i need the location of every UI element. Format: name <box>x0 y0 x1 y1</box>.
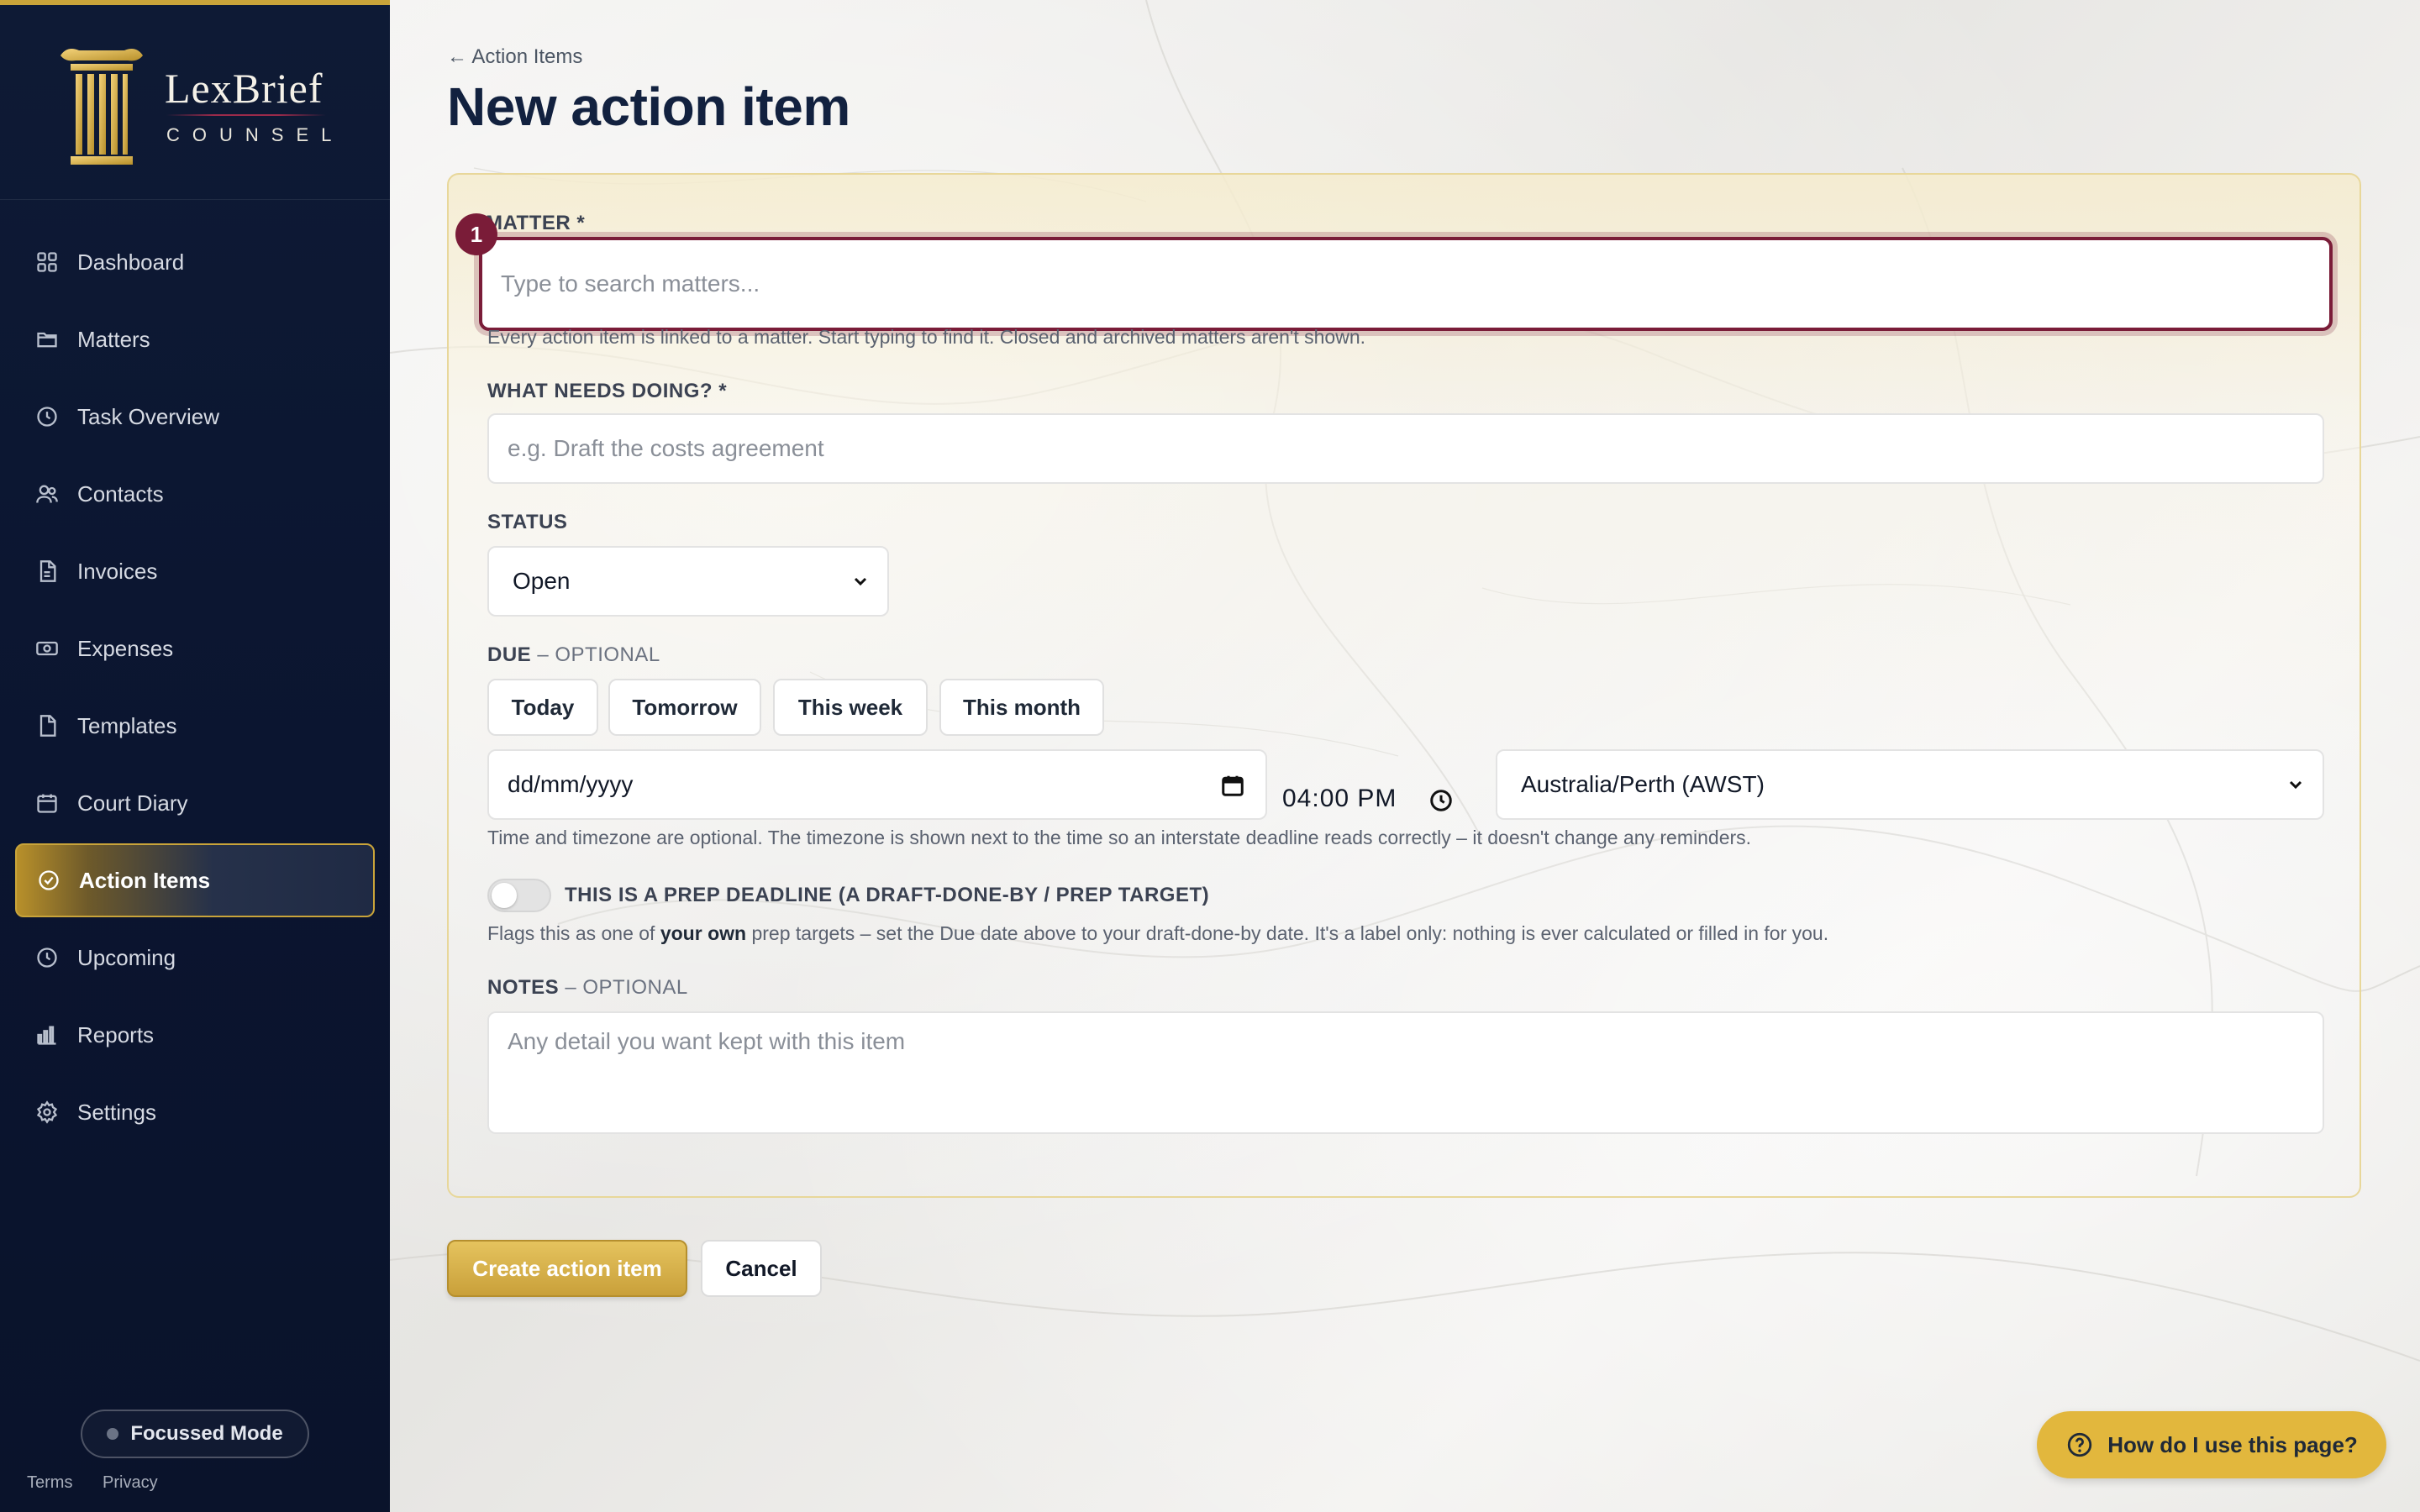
sidebar-item-matters[interactable]: Matters <box>15 302 375 376</box>
sidebar-item-label: Settings <box>77 1099 156 1125</box>
focussed-mode-button[interactable]: Focussed Mode <box>81 1410 309 1458</box>
sidebar-item-label: Matters <box>77 326 150 352</box>
sidebar-item-label: Expenses <box>77 635 174 661</box>
clock-icon <box>34 944 60 971</box>
clock-icon <box>34 403 60 430</box>
sidebar-item-label: Contacts <box>77 480 164 507</box>
sidebar: LexBrief COUNSEL Dashboard Matters Task … <box>0 0 390 1512</box>
sidebar-item-court-diary[interactable]: Court Diary <box>15 766 375 840</box>
quick-date-today-button[interactable]: Today <box>487 679 598 736</box>
step-badge: 1 <box>455 213 497 255</box>
matter-search-input[interactable]: Type to search matters... <box>479 237 2333 331</box>
sidebar-item-label: Action Items <box>79 867 211 893</box>
check-circle-icon <box>35 867 62 894</box>
calendar-icon[interactable] <box>1220 773 1245 798</box>
dashboard-icon <box>34 249 60 276</box>
sidebar-item-label: Reports <box>77 1021 155 1047</box>
prep-help-text: Flags this as one of your own prep targe… <box>487 922 1829 944</box>
privacy-link[interactable]: Privacy <box>103 1473 158 1492</box>
status-select-value: Open <box>513 568 571 594</box>
sidebar-item-templates[interactable]: Templates <box>15 689 375 763</box>
bar-chart-icon <box>34 1021 60 1048</box>
help-button-label: How do I use this page? <box>2107 1431 2358 1457</box>
document-icon <box>34 712 60 739</box>
question-circle-icon <box>2068 1432 2092 1457</box>
quick-date-this-month-button[interactable]: This month <box>939 679 1104 736</box>
help-button[interactable]: How do I use this page? <box>2037 1411 2386 1478</box>
sidebar-item-label: Court Diary <box>77 790 188 816</box>
sidebar-item-upcoming[interactable]: Upcoming <box>15 921 375 995</box>
notes-textarea[interactable]: Any detail you want kept with this item <box>487 1011 2324 1134</box>
timezone-select-value: Australia/Perth (AWST) <box>1521 771 1765 797</box>
matter-help-text: Every action item is linked to a matter.… <box>487 326 1365 348</box>
task-input[interactable]: e.g. Draft the costs agreement <box>487 413 2324 484</box>
sidebar-item-label: Task Overview <box>77 403 220 429</box>
back-link[interactable]: ← Action Items <box>447 45 582 69</box>
brand-divider <box>166 114 326 116</box>
action-item-form: 1 MATTER * Type to search matters... Eve… <box>447 173 2361 1198</box>
sidebar-item-settings[interactable]: Settings <box>15 1075 375 1149</box>
users-icon <box>34 480 60 507</box>
sidebar-item-dashboard[interactable]: Dashboard <box>15 225 375 299</box>
cancel-button[interactable]: Cancel <box>701 1240 822 1297</box>
gear-icon <box>34 1099 60 1126</box>
brand-name: LexBrief <box>165 65 324 112</box>
sidebar-item-contacts[interactable]: Contacts <box>15 457 375 531</box>
brand-logo[interactable]: LexBrief COUNSEL <box>0 5 390 200</box>
due-date-input[interactable]: dd/mm/yyyy <box>487 749 1267 820</box>
sidebar-item-task-overview[interactable]: Task Overview <box>15 380 375 454</box>
timezone-select[interactable]: Australia/Perth (AWST) <box>1496 749 2324 820</box>
task-label: WHAT NEEDS DOING? * <box>487 380 728 402</box>
status-dot-icon <box>107 1428 119 1440</box>
due-help-text: Time and timezone are optional. The time… <box>487 827 1752 848</box>
prep-deadline-label: THIS IS A PREP DEADLINE (A DRAFT-DONE-BY… <box>565 884 1210 906</box>
chevron-down-icon <box>854 577 867 586</box>
quick-date-this-week-button[interactable]: This week <box>773 679 928 736</box>
toggle-knob <box>492 883 517 908</box>
due-time-input[interactable]: 04:00 PM <box>1282 785 1397 813</box>
sidebar-item-invoices[interactable]: Invoices <box>15 534 375 608</box>
matter-label: MATTER * <box>486 212 586 234</box>
calendar-icon <box>34 790 60 816</box>
sidebar-item-reports[interactable]: Reports <box>15 998 375 1072</box>
file-icon <box>34 558 60 585</box>
sidebar-item-label: Invoices <box>77 558 158 584</box>
pillar-logo-icon <box>60 49 143 165</box>
terms-link[interactable]: Terms <box>27 1473 72 1492</box>
quick-date-tomorrow-button[interactable]: Tomorrow <box>608 679 761 736</box>
sidebar-item-expenses[interactable]: Expenses <box>15 612 375 685</box>
clock-icon[interactable] <box>1428 788 1454 813</box>
focussed-mode-label: Focussed Mode <box>130 1422 283 1445</box>
sidebar-item-label: Dashboard <box>77 249 185 275</box>
sidebar-item-label: Templates <box>77 712 177 738</box>
folder-icon <box>34 326 60 353</box>
due-label: DUE – OPTIONAL <box>487 643 660 666</box>
notes-label: NOTES – OPTIONAL <box>487 976 688 999</box>
due-date-placeholder: dd/mm/yyyy <box>508 771 634 797</box>
prep-deadline-toggle[interactable] <box>487 879 551 912</box>
sidebar-item-action-items[interactable]: Action Items <box>15 843 375 917</box>
legal-links: Terms Privacy <box>27 1473 183 1493</box>
status-label: STATUS <box>487 511 568 533</box>
sidebar-nav: Dashboard Matters Task Overview Contacts… <box>0 225 390 1152</box>
page-title: New action item <box>447 76 850 137</box>
banknote-icon <box>34 635 60 662</box>
create-action-item-button[interactable]: Create action item <box>447 1240 687 1297</box>
chevron-down-icon <box>2289 780 2302 790</box>
sidebar-item-label: Upcoming <box>77 944 176 970</box>
status-select[interactable]: Open <box>487 546 889 617</box>
brand-subtitle: COUNSEL <box>166 124 345 145</box>
